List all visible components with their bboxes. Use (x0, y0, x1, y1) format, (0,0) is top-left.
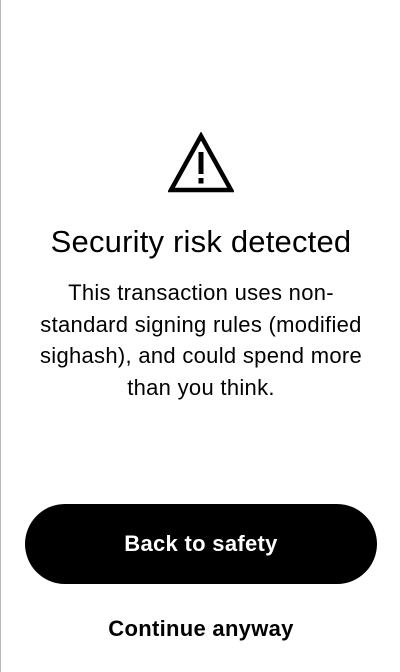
alert-message: This transaction uses non-standard signi… (39, 280, 363, 400)
warning-triangle-icon (168, 132, 234, 193)
back-to-safety-button[interactable]: Back to safety (25, 504, 377, 584)
continue-anyway-button[interactable]: Continue anyway (1, 609, 400, 649)
alert-title: Security risk detected (50, 224, 352, 259)
